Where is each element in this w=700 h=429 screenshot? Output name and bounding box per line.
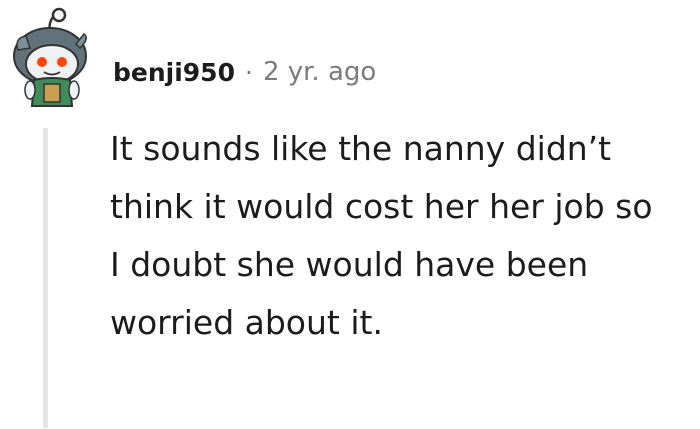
timestamp-link[interactable]: 2 yr. ago xyxy=(263,57,376,87)
comment-body: It sounds like the nanny didn’t think it… xyxy=(110,129,653,342)
thread-collapse-line[interactable] xyxy=(43,128,48,428)
comment: benji950 · 2 yr. ago It sounds like the … xyxy=(0,0,700,429)
snoo-avatar-icon xyxy=(13,7,87,107)
username-link[interactable]: benji950 xyxy=(113,58,235,87)
meta-separator: · xyxy=(244,57,253,87)
user-avatar[interactable] xyxy=(4,4,104,112)
comment-meta: benji950 · 2 yr. ago xyxy=(113,52,376,92)
